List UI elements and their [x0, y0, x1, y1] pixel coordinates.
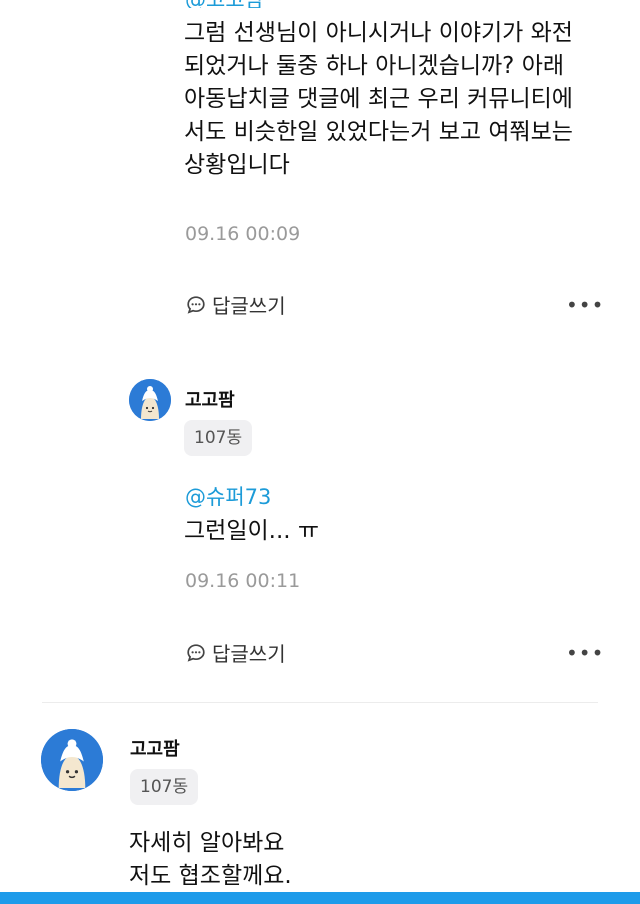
- comment-body: 그럼 선생님이 아니시거나 이야기가 와전 되었거나 둘중 하나 아니겠습니까?…: [184, 17, 573, 182]
- speech-bubble-icon: [187, 295, 205, 314]
- more-options-icon[interactable]: •••: [566, 641, 604, 665]
- reply-button[interactable]: 답글쓰기: [186, 290, 286, 319]
- avatar[interactable]: [129, 379, 171, 421]
- comment-line: 서도 비슷한일 있었다는거 보고 여쭤보는: [184, 119, 573, 145]
- comment-body: 자세히 알아봐요 저도 협조할께요.: [129, 827, 292, 893]
- bottom-bar: [0, 892, 640, 904]
- reply-label: 답글쓰기: [212, 294, 286, 318]
- building-badge: 107동: [130, 769, 199, 805]
- comment-line: 자세히 알아봐요: [129, 830, 285, 856]
- comment-line: 되었거나 둘중 하나 아니겠습니까? 아래: [184, 53, 565, 79]
- reply-timestamp: 09.16 00:11: [185, 570, 301, 592]
- comment-line: 아동납치글 댓글에 최근 우리 커뮤니티에: [184, 86, 573, 112]
- reply-text: 그런일이... ㅠ: [184, 518, 320, 544]
- mascot-avatar-icon: [41, 729, 103, 791]
- building-badge: 107동: [184, 420, 253, 456]
- reply-button[interactable]: 답글쓰기: [186, 638, 286, 667]
- comment-line: 저도 협조할께요.: [129, 863, 292, 889]
- author-name[interactable]: 고고팜: [130, 735, 180, 761]
- author-name[interactable]: 고고팜: [185, 386, 235, 412]
- reply-label: 답글쓰기: [212, 642, 286, 666]
- comment-line: 상황입니다: [184, 152, 290, 178]
- comment-divider: [42, 702, 598, 703]
- comment-timestamp: 09.16 00:09: [185, 223, 301, 245]
- comment-line: 그럼 선생님이 아니시거나 이야기가 와전: [184, 20, 573, 46]
- mascot-avatar-icon: [129, 379, 171, 421]
- speech-bubble-icon: [187, 643, 205, 662]
- more-options-icon[interactable]: •••: [566, 293, 604, 317]
- avatar[interactable]: [41, 729, 103, 791]
- mention-link[interactable]: @슈퍼73: [185, 481, 271, 511]
- mention-link-cut[interactable]: @고고팜: [185, 0, 264, 8]
